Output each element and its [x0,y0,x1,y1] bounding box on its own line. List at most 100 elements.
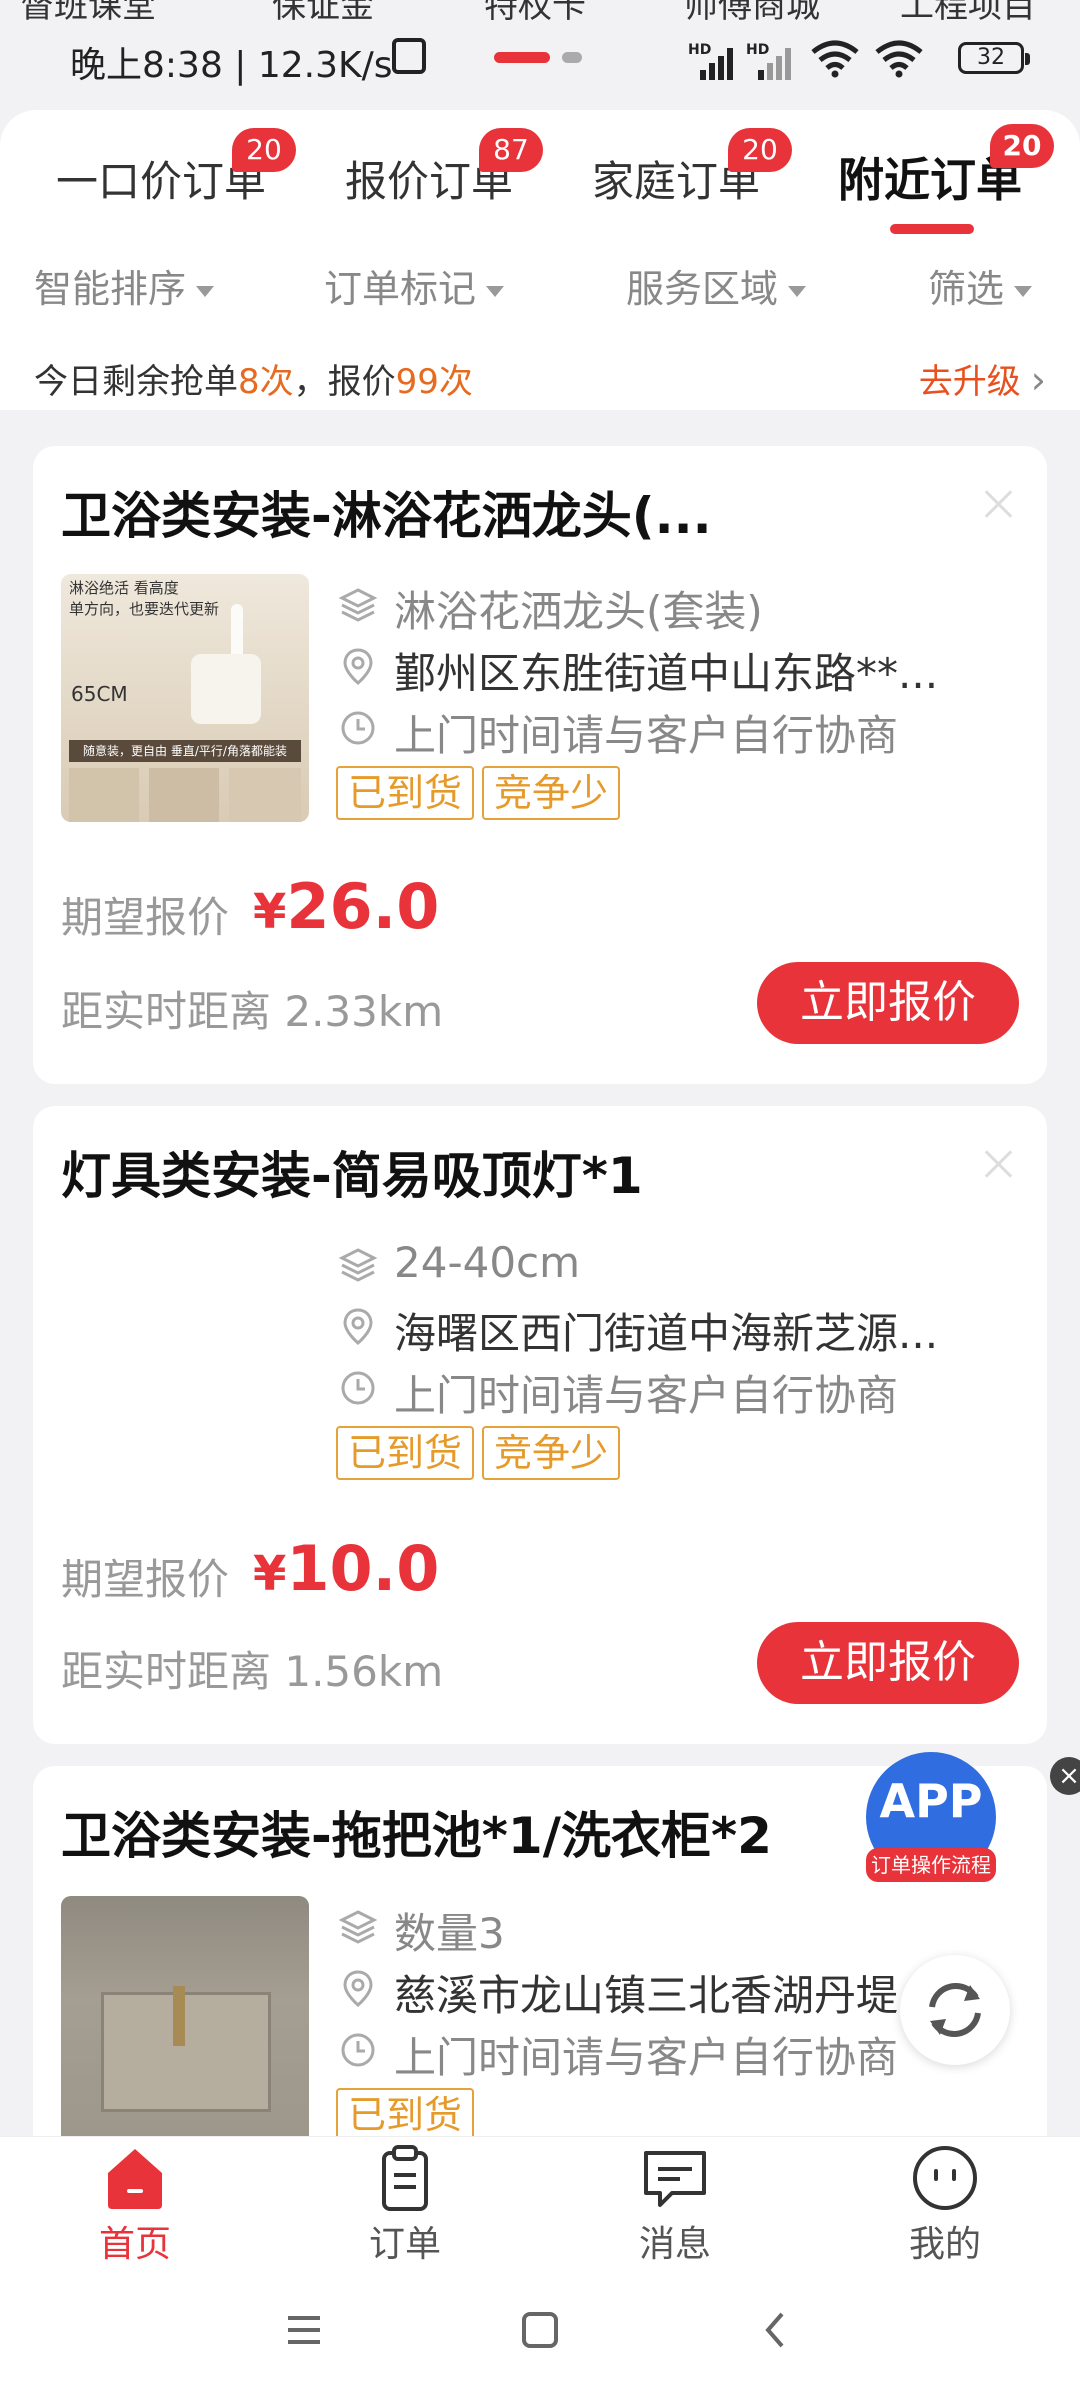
nav-label: 消息 [638,2224,711,2265]
close-icon[interactable] [981,486,1017,522]
time-text: 上门时间请与客户自行协商 [394,1371,899,1420]
home-icon [108,2149,162,2209]
quote-now-button[interactable]: 立即报价 [757,1622,1019,1704]
battery-icon: 32 [958,42,1030,74]
home-square-icon[interactable] [510,2300,570,2360]
nav-label: 首页 [98,2224,171,2265]
residual-item: 特权卡 [484,0,586,20]
price-label: 期望报价 [61,1555,230,1604]
layers-icon [338,588,378,622]
system-navigation-bar [0,2270,1080,2400]
wifi-icon [875,40,923,78]
thumb-text: 单方向，也要迭代更新 [69,600,220,618]
spec-text: 24-40cm [394,1238,581,1287]
residual-item: 师傅商城 [684,0,820,20]
tab-quote[interactable]: 报价订单 87 [345,128,543,209]
product-thumbnail [61,1896,309,2156]
currency-symbol: ¥ [253,1546,287,1602]
address-text: 鄞州区东胜街道中山东路**... [394,649,939,698]
location-pin-icon [343,1308,373,1345]
order-card[interactable]: 灯具类安装-简易吸顶灯*1 24-40cm 海曙区西门街道中海新芝源... 上门… [33,1106,1047,1744]
tag-group: 已到货 [336,2088,482,2142]
clock-icon [341,2033,375,2067]
tag-group: 已到货 竞争少 [336,1426,628,1480]
price-value: ¥26.0 [253,870,439,943]
time-text: 上门时间请与客户自行协商 [394,711,899,760]
tab-badge: 20 [728,128,792,172]
tab-nearby[interactable]: 附近订单 20 [838,124,1054,210]
close-icon[interactable]: × [1050,1757,1080,1795]
order-title: 灯具类安装-简易吸顶灯*1 [61,1147,643,1205]
tag-less-competition: 竞争少 [482,1426,621,1480]
status-bar: 晚上8:38 | 12.3K/s HD HD 32 [0,22,1080,112]
spec-text: 数量3 [394,1909,505,1958]
address-text: 海曙区西门街道中海新芝源... [394,1309,939,1358]
nav-label: 我的 [908,2224,981,2265]
order-title: 卫浴类安装-拖把池*1/洗衣柜*2 [61,1807,772,1865]
bottom-navigation: 首页 订单 消息 我的 [0,2136,1080,2270]
tab-badge: 20 [232,128,296,172]
app-label: APP [879,1774,983,1828]
quote-count: 99次 [395,362,473,402]
clipboard-icon [382,2145,428,2211]
header-panel: 一口价订单 20 报价订单 87 家庭订单 20 附近订单 20 智能排序 订单… [0,110,1080,410]
filter-order-mark[interactable]: 订单标记 [324,258,505,313]
filter-service-area[interactable]: 服务区域 [626,258,807,313]
caret-down-icon [788,286,807,297]
app-guide-float-button[interactable]: APP 订单操作流程 [866,1752,996,1882]
tag-arrived: 已到货 [336,2088,475,2142]
quote-now-button[interactable]: 立即报价 [757,962,1019,1044]
time-text: 上门时间请与客户自行协商 [394,2033,899,2082]
price-amount: 10.0 [286,1532,440,1605]
refresh-button[interactable] [900,1955,1010,2065]
tab-badge: 20 [990,124,1054,168]
tab-badge: 87 [479,128,543,172]
order-card[interactable]: 卫浴类安装-淋浴花洒龙头(... 淋浴绝活 看高度 单方向，也要迭代更新 65C… [33,446,1047,1084]
chevron-right-icon: › [1030,358,1046,402]
price-label: 期望报价 [61,893,230,942]
currency-symbol: ¥ [253,884,287,940]
residual-top-menu: 督班课堂 保证金 特权卡 师傅商城 工程项目 [0,0,1080,20]
refresh-icon [929,1982,981,2038]
filter-screen[interactable]: 筛选 [928,258,1033,313]
upgrade-link[interactable]: 去升级 › [919,354,1046,403]
nav-label: 订单 [368,2224,441,2265]
address-text: 慈溪市龙山镇三北香湖丹堤 [394,1971,899,2020]
back-icon[interactable] [746,2300,806,2360]
nav-home[interactable]: 首页 [0,2137,270,2271]
signal-icon [758,40,798,80]
clock-icon [341,1371,375,1405]
profile-icon [913,2146,977,2210]
nav-profile[interactable]: 我的 [810,2137,1080,2271]
filter-label: 订单标记 [324,267,477,311]
caret-down-icon [486,286,505,297]
nav-orders[interactable]: 订单 [270,2137,540,2271]
nav-messages[interactable]: 消息 [540,2137,810,2271]
tab-fixed-price[interactable]: 一口价订单 20 [56,128,296,209]
tag-arrived: 已到货 [336,766,475,820]
thumb-text: 65CM [71,682,128,706]
tag-arrived: 已到货 [336,1426,475,1480]
filter-label: 服务区域 [626,267,779,311]
filter-label: 筛选 [928,267,1005,311]
filter-sort[interactable]: 智能排序 [34,258,215,313]
status-time: 晚上8:38 | 12.3K/s [70,45,393,86]
tag-group: 已到货 竞争少 [336,766,628,820]
tag-less-competition: 竞争少 [482,766,621,820]
price-amount: 26.0 [286,870,440,943]
residual-item: 督班课堂 [20,0,156,20]
close-icon[interactable] [981,1146,1017,1182]
grab-count: 8次 [238,362,294,402]
filter-label: 智能排序 [34,267,187,311]
layers-icon [338,1910,378,1944]
signal-icon [700,40,740,80]
price-value: ¥10.0 [253,1532,439,1605]
residual-item: 保证金 [272,0,374,20]
location-pin-icon [343,648,373,685]
upgrade-label: 去升级 [918,362,1021,402]
menu-icon[interactable] [274,2300,334,2360]
active-tab-indicator [890,224,974,234]
tab-family[interactable]: 家庭订单 20 [592,128,792,209]
app-sub-label: 订单操作流程 [866,1848,996,1882]
product-thumbnail: 淋浴绝活 看高度 单方向，也要迭代更新 65CM 随意装，更自由 垂直/平行/角… [61,574,309,822]
